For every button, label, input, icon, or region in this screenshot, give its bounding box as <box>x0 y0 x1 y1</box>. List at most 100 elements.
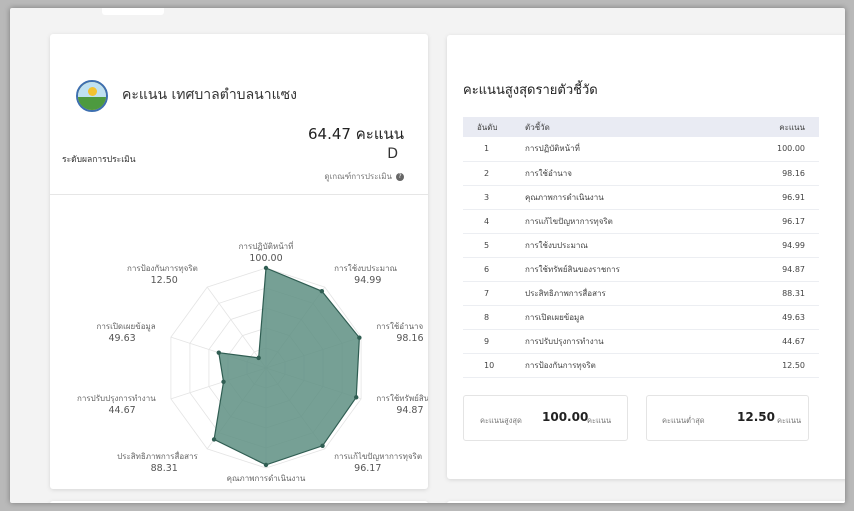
min-score-box: คะแนนต่ำสุด 12.50 คะแนน <box>646 395 809 441</box>
radar-value-label: 12.50 <box>151 275 178 286</box>
row-rank: 6 <box>463 257 525 282</box>
table-row: 5 การใช้งบประมาณ 94.99 <box>463 233 819 258</box>
top-tab[interactable] <box>102 8 164 15</box>
row-score: 96.17 <box>735 209 819 234</box>
min-score-value: 12.50 <box>737 410 775 424</box>
row-indicator: การป้องกันการทุจริต <box>525 353 735 378</box>
criteria-link[interactable]: ดูเกณฑ์การประเมิน? <box>324 170 404 183</box>
radar-value-label: 44.67 <box>108 405 135 416</box>
table-row: 9 การปรับปรุงการทำงาน 44.67 <box>463 329 819 354</box>
municipality-logo <box>76 80 108 112</box>
table-row: 8 การเปิดเผยข้อมูล 49.63 <box>463 305 819 330</box>
radar-axis-label: การใช้ทรัพย์สินฯ <box>376 393 428 403</box>
row-score: 49.63 <box>735 305 819 330</box>
row-score: 88.31 <box>735 281 819 306</box>
max-score-label: คะแนนสูงสุด <box>480 416 522 425</box>
radar-point <box>320 443 325 449</box>
row-rank: 1 <box>463 137 525 162</box>
score-card: คะแนน เทศบาลตำบลนาแซง 64.47 คะแนน ระดับผ… <box>50 34 428 489</box>
radar-axis-label: ประสิทธิภาพการสื่อสาร <box>117 450 198 461</box>
total-score: 64.47 คะแนน <box>308 125 404 143</box>
row-rank: 7 <box>463 281 525 306</box>
radar-axis-label: การใช้อำนาจ <box>376 322 423 331</box>
row-score: 12.50 <box>735 353 819 378</box>
level-grade: D <box>387 146 398 162</box>
radar-value-label: 49.63 <box>108 333 135 344</box>
row-score: 94.99 <box>735 233 819 258</box>
divider <box>50 194 428 195</box>
radar-value-label: 98.16 <box>396 333 423 344</box>
ranking-card: คะแนนสูงสุดรายตัวชี้วัด อันดับ ตัวชี้วัด… <box>447 35 845 479</box>
radar-axis-label: การแก้ไขปัญหาการทุจริต <box>334 452 422 461</box>
radar-axis-label: การปฏิบัติหน้าที่ <box>239 240 294 251</box>
table-row: 6 การใช้ทรัพย์สินของราชการ 94.87 <box>463 257 819 282</box>
radar-point <box>256 355 261 361</box>
row-rank: 3 <box>463 185 525 210</box>
radar-value-label: 96.17 <box>354 463 381 474</box>
row-score: 96.91 <box>735 185 819 210</box>
radar-axis-label: คุณภาพการดำเนินงาน <box>227 474 306 483</box>
radar-axis-label: การใช้งบประมาณ <box>334 264 397 273</box>
ranking-table: อันดับ ตัวชี้วัด คะแนน 1 การปฏิบัติหน้าที… <box>463 117 819 378</box>
row-rank: 4 <box>463 209 525 234</box>
criteria-link-label: ดูเกณฑ์การประเมิน <box>324 172 392 181</box>
max-score-unit: คะแนน <box>587 416 612 425</box>
row-score: 44.67 <box>735 329 819 354</box>
table-row: 2 การใช้อำนาจ 98.16 <box>463 161 819 186</box>
row-indicator: การเปิดเผยข้อมูล <box>525 305 735 330</box>
row-score: 94.87 <box>735 257 819 282</box>
radar-point <box>263 462 269 468</box>
row-indicator: การใช้ทรัพย์สินของราชการ <box>525 257 735 282</box>
row-indicator: ประสิทธิภาพการสื่อสาร <box>525 281 735 306</box>
radar-point <box>221 379 226 385</box>
table-row: 3 คุณภาพการดำเนินงาน 96.91 <box>463 185 819 210</box>
max-score-value: 100.00 <box>542 410 589 424</box>
next-card-left <box>50 501 428 503</box>
row-rank: 2 <box>463 161 525 186</box>
table-row: 10 การป้องกันการทุจริต 12.50 <box>463 353 819 378</box>
col-indicator: ตัวชี้วัด <box>525 117 735 137</box>
row-indicator: การปรับปรุงการทำงาน <box>525 329 735 354</box>
screen: คะแนน เทศบาลตำบลนาแซง 64.47 คะแนน ระดับผ… <box>10 8 845 503</box>
radar-value-label: 94.87 <box>396 405 423 416</box>
radar-point <box>354 395 359 400</box>
radar-point <box>216 350 221 355</box>
min-score-unit: คะแนน <box>777 416 802 425</box>
col-rank: อันดับ <box>463 117 525 137</box>
row-indicator: คุณภาพการดำเนินงาน <box>525 185 735 210</box>
level-label: ระดับผลการประเมิน <box>62 155 136 165</box>
min-score-label: คะแนนต่ำสุด <box>662 416 705 425</box>
row-score: 100.00 <box>735 137 819 162</box>
table-header: อันดับ ตัวชี้วัด คะแนน <box>463 117 819 137</box>
row-indicator: การใช้งบประมาณ <box>525 233 735 258</box>
row-score: 98.16 <box>735 161 819 186</box>
ranking-title: คะแนนสูงสุดรายตัวชี้วัด <box>463 83 598 98</box>
col-score: คะแนน <box>735 117 819 137</box>
help-icon[interactable]: ? <box>396 172 404 181</box>
radar-value-label: 88.31 <box>151 463 178 474</box>
radar-value-label: 100.00 <box>249 253 282 264</box>
table-row: 7 ประสิทธิภาพการสื่อสาร 88.31 <box>463 281 819 306</box>
org-title: คะแนน เทศบาลตำบลนาแซง <box>122 87 297 103</box>
radar-axis-label: การป้องกันการทุจริต <box>127 264 198 273</box>
radar-axis-label: การปรับปรุงการทำงาน <box>77 394 156 403</box>
radar-point <box>357 335 362 340</box>
radar-point <box>211 437 217 442</box>
row-rank: 9 <box>463 329 525 354</box>
table-row: 1 การปฏิบัติหน้าที่ 100.00 <box>463 137 819 162</box>
row-rank: 5 <box>463 233 525 258</box>
table-row: 4 การแก้ไขปัญหาการทุจริต 96.17 <box>463 209 819 234</box>
radar-point <box>263 265 269 271</box>
radar-axis-label: การเปิดเผยข้อมูล <box>96 322 155 332</box>
row-indicator: การแก้ไขปัญหาการทุจริต <box>525 209 735 234</box>
radar-value-label: 94.99 <box>354 275 381 286</box>
radar-value-label: 96.91 <box>252 485 279 486</box>
row-indicator: การปฏิบัติหน้าที่ <box>525 137 735 162</box>
row-rank: 10 <box>463 353 525 378</box>
next-card-right <box>447 501 845 503</box>
radar-point <box>319 288 325 294</box>
row-indicator: การใช้อำนาจ <box>525 161 735 186</box>
radar-chart: การปฏิบัติหน้าที่ 100.00 การใช้งบประมาณ 94.… <box>77 240 428 486</box>
row-rank: 8 <box>463 305 525 330</box>
radar-area <box>211 265 362 468</box>
